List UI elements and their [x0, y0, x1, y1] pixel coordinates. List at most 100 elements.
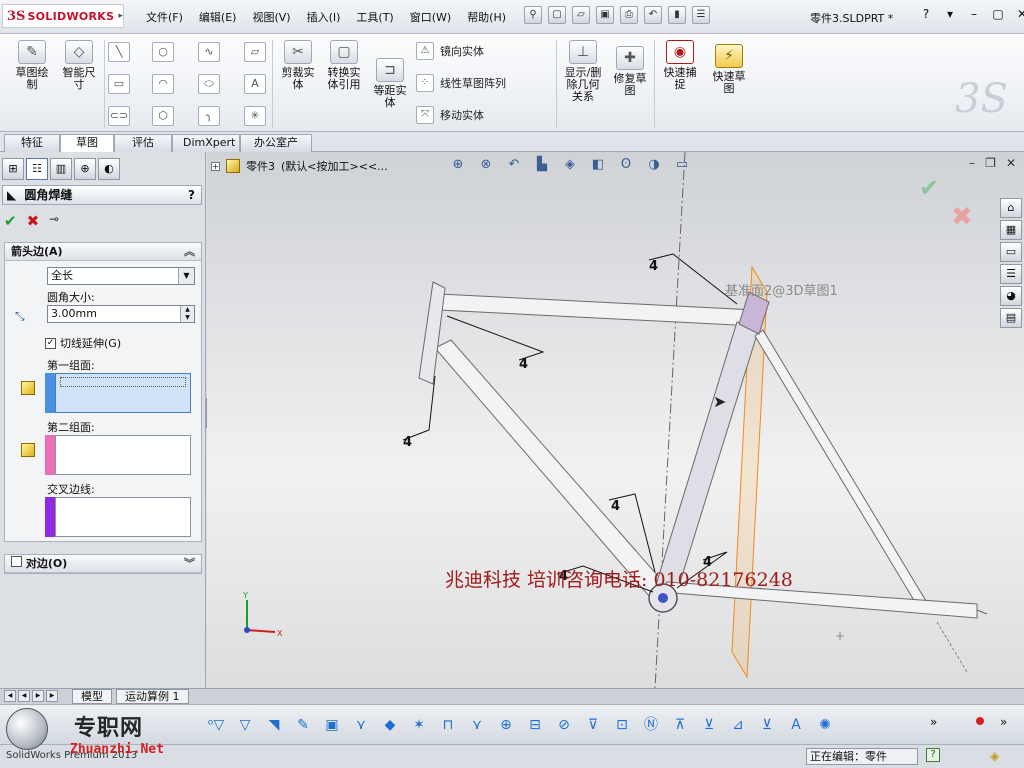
confirm-ok-icon[interactable]: ✔ [919, 174, 939, 202]
tab-dimxpert[interactable]: DimXpert [172, 134, 240, 152]
tab-model[interactable]: 模型 [72, 689, 112, 704]
melt-through-icon[interactable]: ⊻ [755, 713, 779, 737]
more-tools-icon[interactable]: » [1000, 715, 1007, 729]
display-manager-icon[interactable]: ◐ [98, 158, 120, 180]
ok-icon[interactable]: ✔ [4, 212, 17, 230]
sketch-button[interactable]: ✎ 草图绘 制 [12, 40, 52, 91]
surfacing-weld-icon[interactable]: ⊼ [668, 713, 692, 737]
tab-office-products[interactable]: 办公室产品 [240, 134, 312, 165]
spot-weld-icon[interactable]: ⊕ [494, 713, 518, 737]
menu-edit[interactable]: 编辑(E) [191, 9, 245, 25]
menu-file[interactable]: 文件(F) [138, 9, 191, 25]
fillet-bead-icon[interactable]: ◥ [262, 713, 286, 737]
display-relations-button[interactable]: ⊥ 显示/删 除几何 关系 [560, 40, 606, 103]
plane-icon[interactable]: ▱ [244, 42, 266, 62]
slot-icon[interactable]: ⊂⊃ [108, 106, 130, 126]
edge-weld-icon[interactable]: ⊻ [697, 713, 721, 737]
close-icon[interactable]: ✕ [1014, 7, 1024, 21]
print-icon[interactable]: ⎙ [620, 6, 638, 24]
restore-icon[interactable]: ❐ [985, 156, 996, 170]
display-style-icon[interactable]: ◧ [587, 154, 609, 176]
intersect-edge-selection-box[interactable] [55, 497, 191, 537]
open-file-icon[interactable]: ▱ [572, 6, 590, 24]
chevron-up-icon[interactable]: ︽ [184, 243, 195, 260]
repair-sketch-button[interactable]: ✚ 修复草 图 [610, 46, 650, 97]
line-icon[interactable]: ╲ [108, 42, 130, 62]
trim-button[interactable]: ✂ 剪裁实 体 [278, 40, 318, 91]
chevron-down-icon[interactable]: ▾ [942, 7, 958, 21]
previous-view-icon[interactable]: ↶ [503, 154, 525, 176]
point-icon[interactable]: ✳ [244, 106, 266, 126]
cancel-icon[interactable]: ✖ [27, 212, 40, 230]
record-icon[interactable] [976, 717, 984, 725]
save-icon[interactable]: ▣ [596, 6, 614, 24]
face-set1-selection-box[interactable] [55, 373, 191, 413]
confirm-cancel-icon[interactable]: ✖ [951, 202, 973, 232]
undo-icon[interactable]: ↶ [644, 6, 662, 24]
pin-menu-icon[interactable]: ⚲ [524, 6, 542, 24]
arrow-side-header[interactable]: 箭头边(A) ︽ [5, 243, 201, 261]
view-orientation-icon[interactable]: ◈ [559, 154, 581, 176]
menu-help[interactable]: 帮助(H) [459, 9, 514, 25]
prev-icon[interactable]: ◀ [18, 690, 30, 702]
configuration-manager-icon[interactable]: ▥ [50, 158, 72, 180]
plug-weld-icon[interactable]: ⊘ [552, 713, 576, 737]
spline-icon[interactable]: ∿ [198, 42, 220, 62]
feature-tree-flyout[interactable]: + 零件3 (默认<按加工><<... [211, 158, 388, 174]
property-manager-icon[interactable]: ☷ [26, 158, 48, 180]
ellipse-icon[interactable]: ⬭ [198, 74, 220, 94]
spin-arrows-icon[interactable]: ▲ ▼ [180, 306, 194, 322]
offset-entities-button[interactable]: ⊐ 等距实 体 [370, 58, 410, 109]
close-icon[interactable]: ✕ [1006, 156, 1016, 170]
scene-icon[interactable]: ▭ [671, 154, 693, 176]
tab-motion-study[interactable]: 运动算例 1 [116, 689, 189, 704]
corner-weld-icon[interactable]: ⊿ [726, 713, 750, 737]
tab-sketch[interactable]: 草图 [60, 134, 114, 153]
groove-weld-icon[interactable]: ⋎ [349, 713, 373, 737]
design-library-icon[interactable]: ▦ [1000, 220, 1022, 240]
tab-evaluate[interactable]: 评估 [114, 134, 172, 152]
zoom-to-fit-icon[interactable]: ⊕ [447, 154, 469, 176]
tag-icon[interactable]: ◈ [990, 749, 999, 763]
fillet-icon[interactable]: ╮ [198, 106, 220, 126]
minimize-icon[interactable]: – [969, 156, 975, 170]
rectangle-icon[interactable]: ▭ [108, 74, 130, 94]
seam-weld-icon[interactable]: ⊟ [523, 713, 547, 737]
expand-icon[interactable]: + [211, 161, 220, 171]
graphics-area[interactable]: 4 4 4 4 4 4 Y X + + 零件3 (默认<按加工><<... ⊕ … [207, 152, 1024, 688]
more-tools-icon[interactable]: » [930, 715, 937, 729]
feature-tree-icon[interactable]: ⊞ [2, 158, 24, 180]
help-icon[interactable]: ? [188, 186, 195, 204]
appearance-icon[interactable]: ◑ [643, 154, 665, 176]
solidworks-logo[interactable]: 3S SOLIDWORKS ▸ [2, 4, 124, 28]
hide-show-icon[interactable]: ʘ [615, 154, 637, 176]
next-icon[interactable]: ▶ [32, 690, 44, 702]
length-type-select[interactable]: 全长 ▼ [47, 267, 195, 285]
maximize-icon[interactable]: ▢ [990, 7, 1006, 21]
text-icon[interactable]: A [244, 74, 266, 94]
text-symbol-icon[interactable]: A [784, 713, 808, 737]
other-side-header[interactable]: 对边(O) ︾ [5, 555, 201, 573]
convert-entities-button[interactable]: ▢ 转换实 体引用 [322, 40, 366, 91]
chevron-down-icon[interactable]: ▼ [178, 268, 194, 284]
rapid-sketch-button[interactable]: ⚡ 快速草 图 [708, 44, 750, 95]
star-weld-icon[interactable]: ✶ [407, 713, 431, 737]
smart-dimension-button[interactable]: ◇ 智能尺 寸 [58, 40, 100, 91]
slot-weld-icon[interactable]: ⊽ [581, 713, 605, 737]
home-icon[interactable]: ⌂ [1000, 198, 1022, 218]
quick-tips-icon[interactable]: ? [926, 748, 940, 762]
help-icon[interactable]: ? [918, 7, 934, 21]
bevel-weld-icon[interactable]: ◆ [378, 713, 402, 737]
cosmetic-weld-icon[interactable]: ✎ [291, 713, 315, 737]
quick-snaps-button[interactable]: ◉ 快速捕 捉 [658, 40, 702, 91]
move-entities-button[interactable]: ⤧ 移动实体 [416, 106, 484, 124]
circle-icon[interactable]: ○ [152, 42, 174, 62]
menu-view[interactable]: 视图(V) [244, 9, 298, 25]
first-icon[interactable]: ◀ [4, 690, 16, 702]
face-set2-selection-box[interactable] [55, 435, 191, 475]
custom-properties-icon[interactable]: ▤ [1000, 308, 1022, 328]
fillet-size-input[interactable]: 3.00mm ▲ ▼ [47, 305, 195, 323]
gear-icon[interactable]: ✺ [813, 713, 837, 737]
mirror-entities-button[interactable]: ⚠ 镜向实体 [416, 42, 484, 60]
menu-window[interactable]: 窗口(W) [402, 9, 459, 25]
